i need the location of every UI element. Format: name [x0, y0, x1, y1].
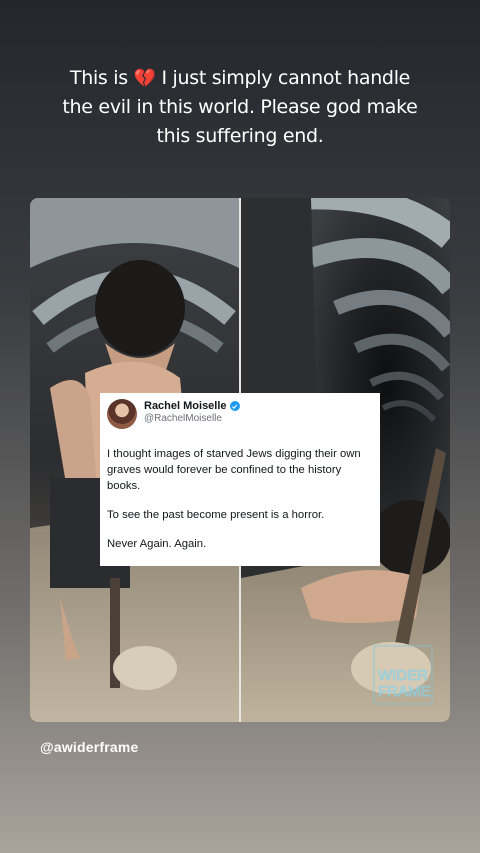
tweet-paragraph: Never Again. Again. [107, 538, 207, 550]
tweet-paragraph: To see the past become present is a horr… [107, 509, 325, 521]
author-display-name: Rachel Moiselle [144, 400, 227, 412]
avatar [107, 399, 137, 429]
tweet-paragraph: I thought images of starved Jews digging… [107, 448, 361, 492]
broken-heart-icon: 💔 [133, 68, 156, 89]
verified-badge-icon [229, 401, 240, 411]
logo-line-2: FRAME [378, 683, 431, 700]
story-username-tag[interactable]: @awiderframe [40, 739, 139, 755]
logo-line-1: WIDER [378, 667, 428, 684]
wider-frame-logo: WIDER FRAME [372, 644, 438, 708]
tweet-author: Rachel Moiselle @RachelMoiselle [144, 399, 240, 424]
tweet-text: I thought images of starved Jews digging… [107, 446, 372, 552]
story-caption: This is 💔 I just simply cannot handle th… [60, 64, 420, 151]
tweet-header: Rachel Moiselle @RachelMoiselle [107, 399, 372, 433]
caption-text-start: This is [69, 67, 134, 89]
author-handle: @RachelMoiselle [144, 413, 222, 424]
logo-graphic: WIDER FRAME [373, 645, 433, 705]
name-row: Rachel Moiselle [144, 400, 240, 412]
tweet-card: Rachel Moiselle @RachelMoiselle I though… [100, 393, 380, 566]
checkmark-icon [232, 404, 238, 409]
